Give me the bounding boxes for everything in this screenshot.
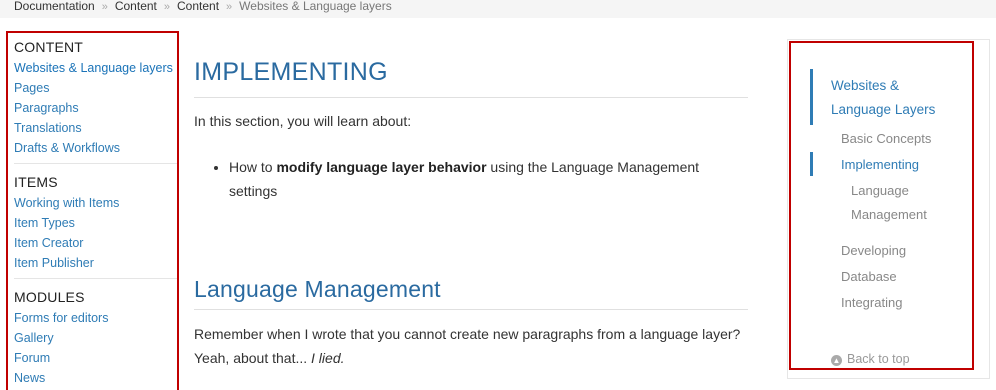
toc-item-developing[interactable]: Developing	[841, 239, 906, 263]
sidebar-item-forum[interactable]: Forum	[14, 348, 177, 368]
intro-text: In this section, you will learn about:	[194, 113, 412, 129]
sidebar-item-websites-language-layers[interactable]: Websites & Language layers	[14, 58, 177, 78]
sidebar-item-item-publisher[interactable]: Item Publisher	[14, 253, 177, 273]
back-to-top-link[interactable]: ▲ Back to top	[831, 352, 910, 366]
breadcrumb: Documentation » Content » Content » Websites &…	[0, 0, 996, 18]
toc-title-line1: Websites &	[831, 78, 900, 93]
sidebar-item-working-with-items[interactable]: Working with Items	[14, 193, 177, 213]
breadcrumb-separator: »	[226, 1, 233, 13]
paragraph-text: Remember when I wrote that you cannot cr…	[194, 326, 741, 366]
back-to-top-label: Back to top	[847, 352, 910, 366]
toc-active-bar-title	[810, 69, 813, 125]
toc-title-line2: Language Layers	[831, 102, 936, 117]
sidebar-item-drafts-workflows[interactable]: Drafts & Workflows	[14, 138, 177, 158]
nav-section-content: CONTENT Websites & Language layers Pages…	[14, 37, 177, 161]
arrow-up-circle-icon: ▲	[831, 355, 842, 366]
bullet-bold-text: modify language layer behavior	[276, 159, 487, 175]
breadcrumb-content-2[interactable]: Content	[177, 0, 219, 13]
table-of-contents: Websites & Language Layers Basic Concept…	[789, 41, 974, 370]
sidebar-item-paragraphs[interactable]: Paragraphs	[14, 98, 177, 118]
section-heading-implementing: IMPLEMENTING	[194, 56, 748, 98]
main-content: IMPLEMENTING In this section, you will l…	[194, 56, 748, 370]
breadcrumb-separator: »	[101, 1, 108, 13]
left-sidebar-nav: CONTENT Websites & Language layers Pages…	[6, 31, 179, 390]
toc-active-bar-implementing	[810, 152, 813, 176]
toc-item-language-management[interactable]: Language Management	[851, 179, 927, 227]
breadcrumb-documentation[interactable]: Documentation	[14, 0, 95, 13]
nav-section-modules: MODULES Forms for editors Gallery Forum …	[14, 278, 177, 390]
sidebar-item-pages[interactable]: Pages	[14, 78, 177, 98]
breadcrumb-content-1[interactable]: Content	[115, 0, 157, 13]
breadcrumb-current-page: Websites & Language layers	[239, 0, 392, 13]
toc-item-websites-language-layers[interactable]: Websites & Language Layers	[831, 74, 935, 122]
language-management-paragraph: Remember when I wrote that you cannot cr…	[194, 322, 748, 370]
bullet-prefix: How to	[229, 159, 277, 175]
paragraph-italic-text: I lied.	[311, 350, 345, 366]
toc-item-database[interactable]: Database	[841, 265, 897, 289]
sidebar-item-news[interactable]: News	[14, 368, 177, 388]
nav-heading-modules: MODULES	[14, 289, 85, 305]
sidebar-item-gallery[interactable]: Gallery	[14, 328, 177, 348]
learning-list: How to modify language layer behavior us…	[194, 155, 748, 203]
sidebar-item-forms-for-editors[interactable]: Forms for editors	[14, 308, 177, 328]
sidebar-item-item-types[interactable]: Item Types	[14, 213, 177, 233]
toc-langmgmt-line2: Management	[851, 207, 927, 222]
nav-section-items: ITEMS Working with Items Item Types Item…	[14, 163, 177, 276]
list-item: How to modify language layer behavior us…	[229, 155, 748, 203]
page: Documentation » Content » Content » Websites &…	[0, 0, 996, 390]
toc-item-implementing[interactable]: Implementing	[841, 153, 919, 177]
nav-heading-items: ITEMS	[14, 174, 58, 190]
breadcrumb-separator: »	[163, 1, 170, 13]
sidebar-item-translations[interactable]: Translations	[14, 118, 177, 138]
toc-item-integrating[interactable]: Integrating	[841, 291, 902, 315]
section-heading-language-management: Language Management	[194, 274, 748, 310]
toc-langmgmt-line1: Language	[851, 183, 909, 198]
sidebar-item-item-creator[interactable]: Item Creator	[14, 233, 177, 253]
toc-item-basic-concepts[interactable]: Basic Concepts	[841, 127, 931, 151]
nav-heading-content: CONTENT	[14, 39, 84, 55]
